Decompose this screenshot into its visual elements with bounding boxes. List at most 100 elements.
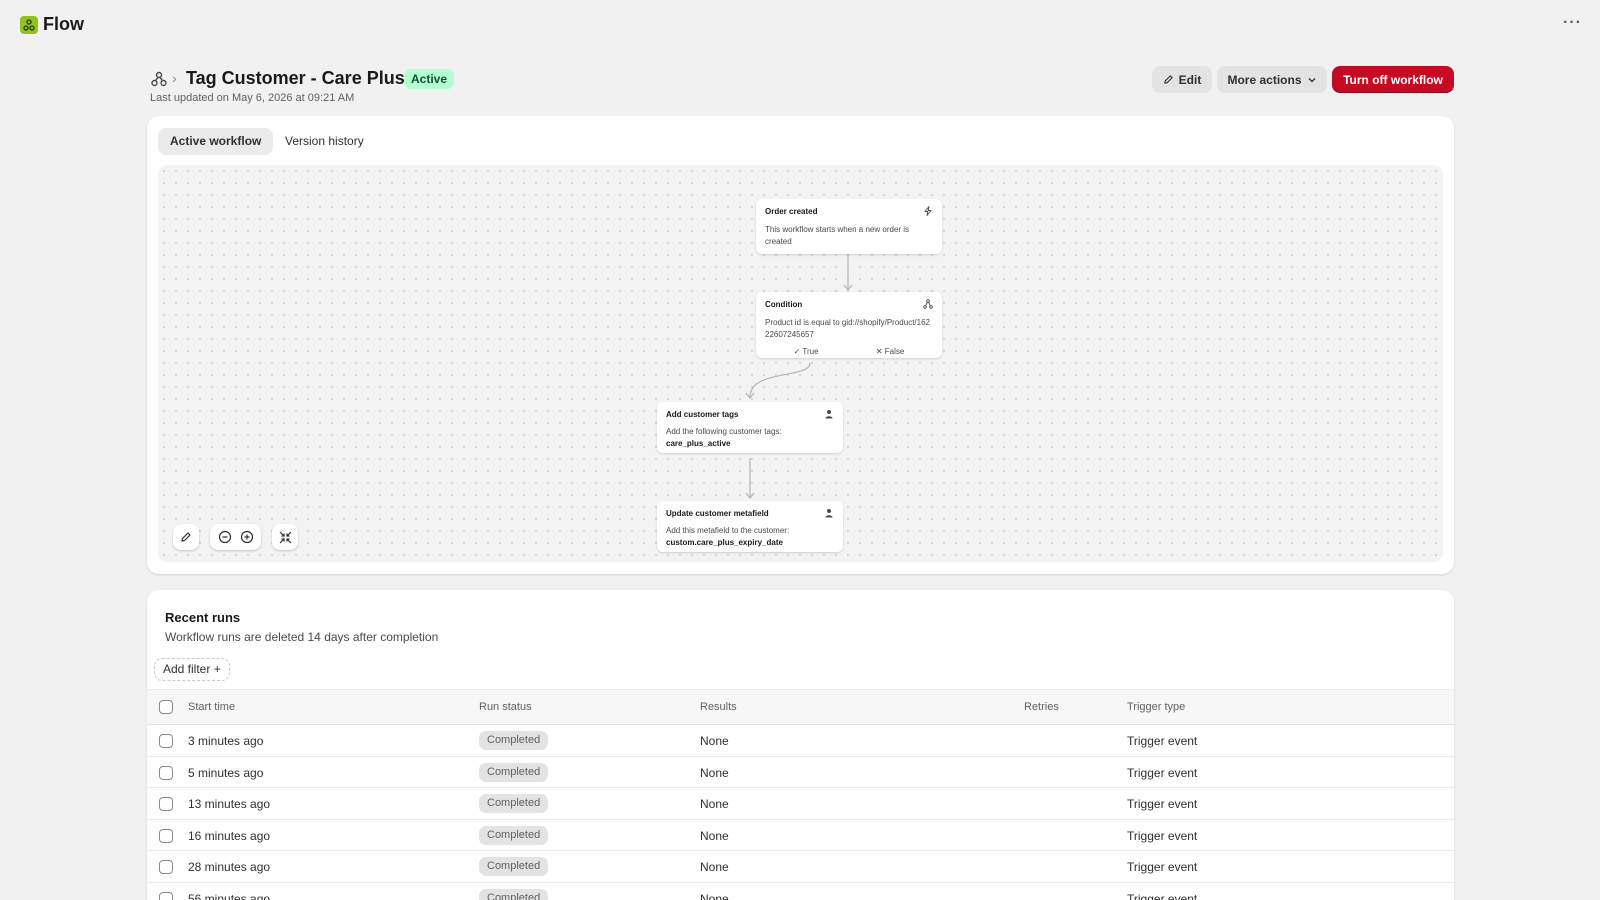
workflow-card: Active workflow Version history Order cr… [147,116,1454,574]
app-name[interactable]: Flow [43,14,84,35]
run-status-badge: Completed [479,888,549,900]
cell-trigger-type: Trigger event [1127,797,1198,811]
table-row[interactable]: 16 minutes ago Completed None Trigger event [147,820,1454,851]
pencil-icon [1163,75,1173,84]
cell-start-time[interactable]: 13 minutes ago [188,797,270,811]
add-filter-button[interactable]: Add filter + [154,658,230,681]
node-description: Add the following customer tags: care_pl… [666,426,834,450]
last-updated-text: Last updated on May 6, 2026 at 09:21 AM [150,92,355,104]
node-description: Add this metafield to the customer: cust… [666,525,834,549]
table-row[interactable]: 28 minutes ago Completed None Trigger event [147,851,1454,883]
recent-runs-subtitle: Workflow runs are deleted 14 days after … [165,630,439,644]
flow-logo-icon[interactable] [20,16,38,34]
table-row[interactable]: 3 minutes ago Completed None Trigger event [147,725,1454,757]
row-checkbox[interactable] [159,765,173,780]
zoom-out-icon[interactable] [218,530,232,544]
condition-branches: ✓ True ✕ False [765,347,933,356]
cell-start-time[interactable]: 56 minutes ago [188,892,270,900]
row-checkbox[interactable] [159,860,173,874]
run-status-badge: Completed [479,731,549,750]
column-start-time[interactable]: Start time [188,701,235,713]
cell-start-time[interactable]: 3 minutes ago [188,734,263,748]
run-status-badge: Completed [479,857,549,876]
edit-label: Edit [1178,72,1202,87]
edit-canvas-button[interactable] [173,524,199,550]
cell-trigger-type: Trigger event [1127,860,1198,874]
select-all-checkbox[interactable] [159,700,173,714]
row-checkbox[interactable] [159,734,173,748]
person-icon [825,410,833,419]
run-status-badge: Completed [479,762,549,782]
node-order-created[interactable]: Order created This workflow starts when … [756,199,942,254]
node-value: custom.care_plus_expiry_date [666,538,783,547]
collapse-arrows-icon [279,531,291,543]
chevron-down-icon [1308,77,1315,82]
column-retries[interactable]: Retries [1024,701,1059,713]
plus-icon: + [213,662,221,676]
true-label: True [802,347,819,356]
more-menu-icon[interactable]: ··· [1563,14,1582,32]
cell-start-time[interactable]: 16 minutes ago [188,829,270,843]
turn-off-workflow-button[interactable]: Turn off workflow [1332,66,1454,93]
false-label: False [884,347,905,356]
node-title: Add customer tags [666,410,739,419]
breadcrumb-chevron-icon: › [172,70,177,86]
cell-results: None [700,765,729,780]
node-description: Product id is equal to gid://shopify/Pro… [765,318,930,339]
edit-button[interactable]: Edit [1152,66,1212,93]
workflow-canvas[interactable]: Order created This workflow starts when … [158,165,1443,562]
row-checkbox[interactable] [159,891,173,900]
table-row[interactable]: 5 minutes ago Completed None Trigger event [147,757,1454,788]
node-description: This workflow starts when a new order is… [765,225,910,246]
cell-results: None [700,891,729,900]
column-trigger-type[interactable]: Trigger type [1127,701,1185,713]
node-description-text: Add the following customer tags: [666,427,782,436]
person-icon [825,509,833,518]
node-title: Update customer metafield [666,509,769,518]
page-title: Tag Customer - Care Plus [186,68,405,88]
node-add-customer-tags[interactable]: Add customer tags Add the following cust… [657,402,843,453]
column-results[interactable]: Results [700,701,737,713]
column-run-status[interactable]: Run status [479,701,532,713]
table-row[interactable]: 56 minutes ago Completed None Trigger event [147,883,1454,900]
fit-view-button[interactable] [272,524,298,550]
node-condition[interactable]: Condition Product id is equal to gid://s… [756,292,942,358]
cell-trigger-type: Trigger event [1127,734,1198,748]
false-branch[interactable]: ✕ False [876,347,905,356]
add-filter-label: Add filter [163,662,211,676]
node-description-text: Add this metafield to the customer: [666,526,790,535]
cell-results: None [700,797,729,811]
tab-active-workflow[interactable]: Active workflow [158,128,274,155]
cell-start-time[interactable]: 5 minutes ago [188,766,263,780]
cell-trigger-type: Trigger event [1127,828,1198,843]
more-actions-button[interactable]: More actions [1217,66,1327,93]
table-row[interactable]: 13 minutes ago Completed None Trigger event [147,788,1454,820]
recent-runs-card: Recent runs Workflow runs are deleted 14… [147,590,1454,900]
turn-off-label: Turn off workflow [1343,72,1443,87]
cell-start-time[interactable]: 28 minutes ago [188,860,270,874]
pencil-icon [181,532,191,542]
status-badge: Active [404,69,455,89]
cell-results: None [700,860,729,874]
zoom-in-icon[interactable] [240,530,254,544]
run-status-badge: Completed [479,794,549,813]
row-checkbox[interactable] [159,828,173,843]
node-title: Order created [765,207,818,216]
table-header: Start time Run status Results Retries Tr… [147,689,1454,725]
recent-runs-title: Recent runs [165,610,241,625]
node-title: Condition [765,300,803,309]
true-branch[interactable]: ✓ True [794,347,819,356]
node-update-customer-metafield[interactable]: Update customer metafield Add this metaf… [657,501,843,552]
more-actions-label: More actions [1227,72,1302,87]
lightning-icon [924,206,932,216]
zoom-controls [210,524,261,550]
tab-version-history[interactable]: Version history [273,128,376,155]
row-checkbox[interactable] [159,797,173,811]
cell-results: None [700,734,729,748]
run-status-badge: Completed [479,825,549,845]
node-value: care_plus_active [666,439,731,448]
workflow-icon[interactable] [150,70,168,88]
cell-results: None [700,828,729,843]
branch-icon [923,299,933,309]
cell-trigger-type: Trigger event [1127,891,1198,900]
